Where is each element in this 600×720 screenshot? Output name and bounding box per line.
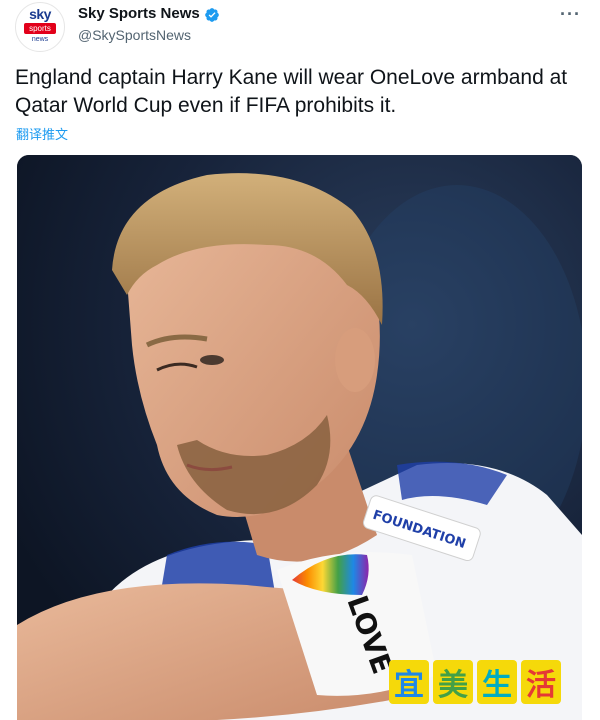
account-name[interactable]: Sky Sports News xyxy=(78,5,200,22)
watermark-char: 生 xyxy=(477,660,517,704)
tweet-photo[interactable]: LOVE FOUNDATION xyxy=(17,155,582,720)
photo-illustration: LOVE FOUNDATION xyxy=(17,155,582,720)
watermark-char: 宜 xyxy=(389,660,429,704)
watermark-char: 活 xyxy=(521,660,561,704)
watermark: 宜 美 生 活 xyxy=(389,660,561,704)
avatar-sports-text: sports xyxy=(24,23,56,34)
tweet-text: England captain Harry Kane will wear One… xyxy=(15,66,568,117)
more-options-button[interactable]: ··· xyxy=(560,4,581,25)
watermark-char: 美 xyxy=(433,660,473,704)
account-handle[interactable]: @SkySportsNews xyxy=(78,27,191,43)
avatar-news-text: news xyxy=(31,36,49,43)
translate-tweet-link[interactable]: 翻译推文 xyxy=(16,124,68,143)
avatar[interactable]: sky sports news xyxy=(15,2,65,52)
avatar-sky-text: sky xyxy=(29,6,51,22)
verified-icon xyxy=(205,8,219,22)
